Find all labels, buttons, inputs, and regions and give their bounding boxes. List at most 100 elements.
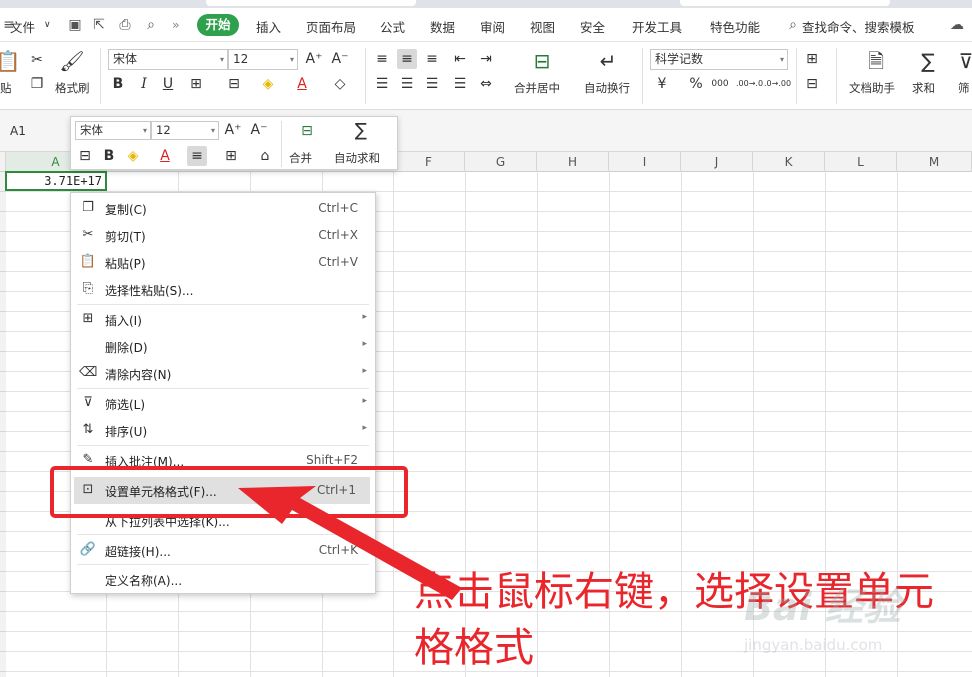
increase-indent-icon[interactable]: ⇥ [476,49,496,69]
paste-label[interactable]: 贴 [0,80,12,96]
increase-decimal-icon[interactable]: .00→.0 [736,74,763,94]
sum-label[interactable]: 求和 [912,80,935,96]
tab-data[interactable]: 数据 [430,17,455,36]
wrap-text-icon[interactable]: ↵ [594,48,622,74]
tab-insert[interactable]: 插入 [256,17,281,36]
mini-autosum-icon[interactable]: ∑ [351,121,371,141]
sum-icon[interactable]: ∑ [914,48,942,74]
print-icon[interactable]: ⎙ [116,16,134,34]
menu-item-paste[interactable]: 📋 粘贴(P) Ctrl+V [71,249,375,276]
tab-developer[interactable]: 开发工具 [632,17,682,36]
percent-icon[interactable]: % [686,74,706,94]
align-bottom-icon[interactable]: ≡ [422,49,442,69]
mini-font-size-dropdown[interactable]: 12 ▾ [151,121,219,140]
column-header-k[interactable]: K [753,152,825,172]
mini-clear-icon[interactable]: ⌂ [255,146,275,166]
bold-button[interactable]: B [108,74,128,94]
more-quick-access-icon[interactable]: » [172,17,180,32]
fill-color-icon[interactable]: ◈ [258,74,278,94]
number-format-dropdown[interactable]: 科学记数 ▾ [650,49,788,70]
align-right-icon[interactable]: ☰ [422,74,442,94]
merge-center-icon[interactable]: ⊟ [528,48,556,74]
print-preview-icon[interactable]: ⌕ [142,16,160,34]
file-menu[interactable]: 文件 [10,17,35,36]
row-header[interactable] [0,552,6,572]
row-header[interactable] [0,292,6,312]
paste-icon[interactable]: 📋 [0,48,22,74]
row-header[interactable] [0,252,6,272]
row-header[interactable] [0,532,6,552]
justify-icon[interactable]: ☰ [450,74,470,94]
decrease-indent-icon[interactable]: ⇤ [450,49,470,69]
row-header[interactable] [0,652,6,672]
decrease-decimal-icon[interactable]: .0→.00 [764,74,791,94]
underline-button[interactable]: U [158,74,178,94]
row-header[interactable] [0,512,6,532]
row-header[interactable] [0,632,6,652]
filter-icon[interactable]: ⊽ [952,48,972,74]
table-style-icon[interactable]: ⊞ [802,49,822,69]
tab-page-layout[interactable]: 页面布局 [306,17,356,36]
column-header-l[interactable]: L [825,152,897,172]
decrease-font-size-icon[interactable]: A⁻ [330,49,350,69]
wrap-text-label[interactable]: 自动换行 [584,80,630,96]
tab-review[interactable]: 审阅 [480,17,505,36]
align-left-icon[interactable]: ☰ [372,74,392,94]
document-tab-hint[interactable] [206,0,416,6]
tab-home[interactable]: 开始 [197,14,239,36]
mini-cell-style-icon[interactable]: ⊟ [75,146,95,166]
row-header[interactable] [0,332,6,352]
menu-item-delete[interactable]: 删除(D) ▸ [71,333,375,360]
file-menu-chevron-icon[interactable]: ∨ [44,20,51,30]
clear-format-icon[interactable]: ◇ [330,74,350,94]
row-header[interactable] [0,392,6,412]
italic-button[interactable]: I [134,74,154,94]
row-header[interactable] [0,592,6,612]
export-icon[interactable]: ⇱ [90,16,108,34]
column-header-j[interactable]: J [681,152,753,172]
column-header-m[interactable]: M [897,152,972,172]
document-assistant-icon[interactable]: 🗎 [862,48,890,74]
copy-icon[interactable]: ❐ [27,74,47,94]
row-header[interactable] [0,492,6,512]
menu-item-hyperlink[interactable]: 🔗 超链接(H)... Ctrl+K [71,537,375,564]
row-header[interactable] [0,572,6,592]
name-box[interactable]: A1 [10,124,26,138]
row-header[interactable] [0,612,6,632]
tab-special-features[interactable]: 特色功能 [710,17,760,36]
column-header-i[interactable]: I [609,152,681,172]
cloud-icon[interactable]: ☁ [948,16,966,34]
mini-merge-label[interactable]: 合并 [289,150,312,166]
font-color-icon[interactable]: A [292,74,312,94]
column-header-f[interactable]: F [393,152,465,172]
menu-item-clear-contents[interactable]: ⌫ 清除内容(N) ▸ [71,360,375,387]
row-header[interactable] [0,212,6,232]
format-painter-label[interactable]: 格式刷 [55,80,90,96]
menu-item-copy[interactable]: ❐ 复制(C) Ctrl+C [71,195,375,222]
row-header[interactable] [0,192,6,212]
search-icon[interactable]: ⌕ [784,16,802,34]
mini-increase-font-icon[interactable]: A⁺ [223,120,243,140]
row-header[interactable] [0,232,6,252]
align-center-icon[interactable]: ☰ [397,74,417,94]
conditional-format-icon[interactable]: ⊟ [802,74,822,94]
distribute-icon[interactable]: ⇔ [476,74,496,94]
row-header[interactable] [0,312,6,332]
menu-item-sort[interactable]: ⇅ 排序(U) ▸ [71,417,375,444]
column-header-g[interactable]: G [465,152,537,172]
currency-icon[interactable]: ¥ [652,74,672,94]
mini-border-icon[interactable]: ⊞ [221,146,241,166]
document-tab-hint[interactable] [680,0,890,6]
mini-align-center-icon[interactable]: ≡ [187,146,207,166]
align-top-icon[interactable]: ≡ [372,49,392,69]
mini-bold-button[interactable]: B [99,146,119,166]
mini-font-color-icon[interactable]: A [155,146,175,166]
cell-style-icon[interactable]: ⊟ [224,74,244,94]
merge-center-label[interactable]: 合并居中 [514,80,560,96]
font-size-dropdown[interactable]: 12 ▾ [228,49,298,70]
row-header[interactable] [0,372,6,392]
row-header[interactable] [0,272,6,292]
menu-item-paste-special[interactable]: ⎘ 选择性粘贴(S)... [71,276,375,303]
increase-font-size-icon[interactable]: A⁺ [304,49,324,69]
command-search[interactable]: 查找命令、搜索模板 [802,17,915,36]
